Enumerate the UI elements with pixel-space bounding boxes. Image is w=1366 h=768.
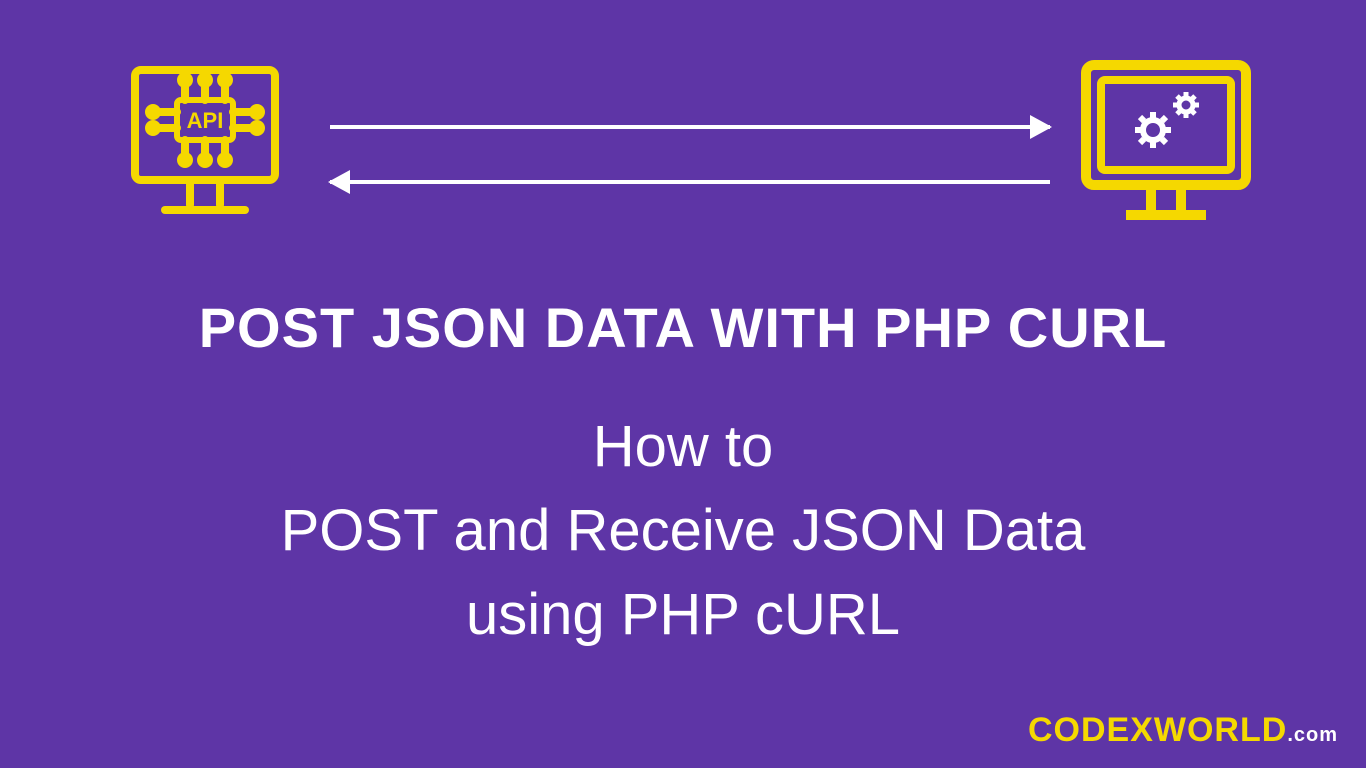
api-chip-icon: API <box>105 40 305 245</box>
subtitle-line-3: using PHP cURL <box>0 573 1366 657</box>
main-title: POST JSON Data with PHP cURL <box>0 295 1366 360</box>
server-monitor-icon <box>1071 50 1261 245</box>
subtitle: How to POST and Receive JSON Data using … <box>0 405 1366 657</box>
svg-text:API: API <box>187 108 224 133</box>
subtitle-line-2: POST and Receive JSON Data <box>0 489 1366 573</box>
arrow-response-icon <box>330 180 1050 184</box>
brand-watermark: CODEXWORLD.com <box>1028 711 1338 750</box>
brand-name: CODEXWORLD <box>1028 711 1287 749</box>
arrow-request-icon <box>330 125 1050 129</box>
subtitle-line-1: How to <box>0 405 1366 489</box>
brand-tld: .com <box>1287 724 1338 746</box>
diagram-area: API <box>0 40 1366 240</box>
